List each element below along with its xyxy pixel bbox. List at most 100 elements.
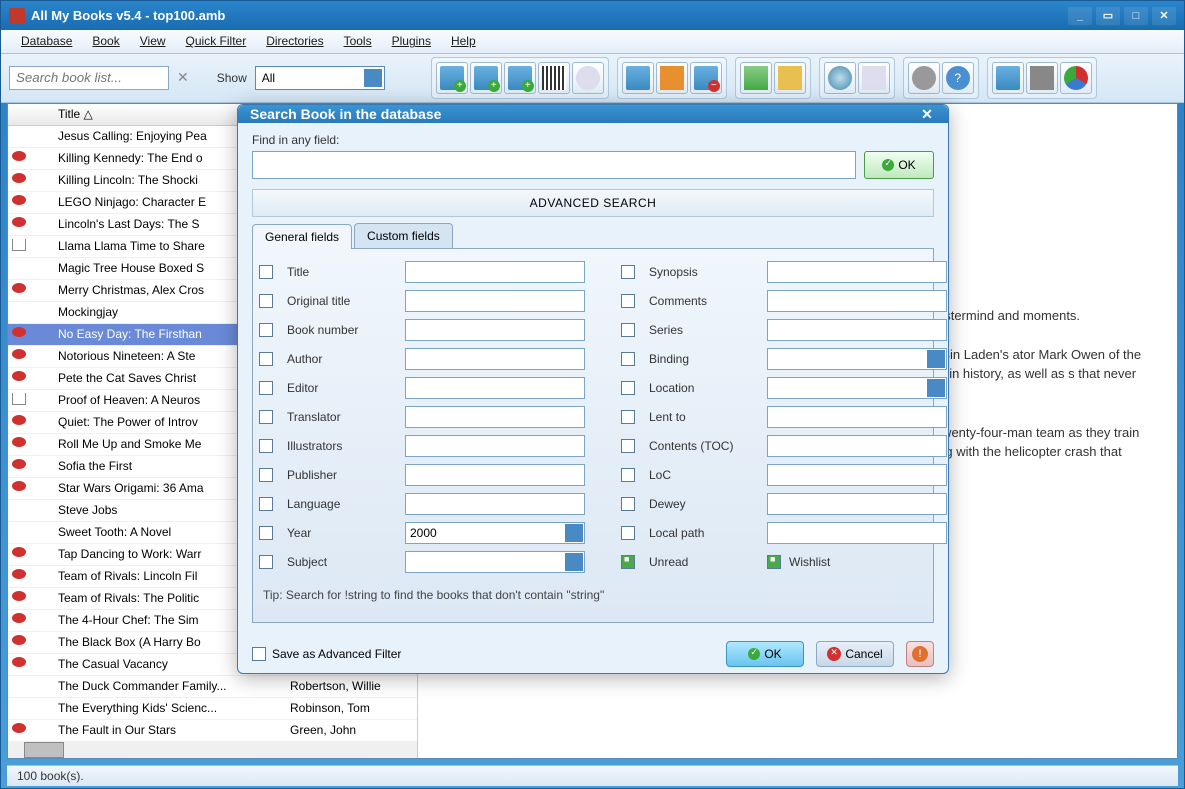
- blank-icon: [12, 503, 30, 517]
- field-label: Year: [287, 526, 397, 540]
- stats-button[interactable]: [1060, 62, 1092, 94]
- search-db-button[interactable]: [572, 62, 604, 94]
- maximize-button[interactable]: □: [1124, 7, 1148, 25]
- field-checkbox[interactable]: [621, 381, 635, 395]
- find-ok-button[interactable]: OK: [864, 151, 934, 179]
- field-label: Illustrators: [287, 439, 397, 453]
- dialog-ok-button[interactable]: OK: [726, 641, 804, 667]
- menu-view[interactable]: View: [130, 31, 176, 51]
- sort-button[interactable]: [740, 62, 772, 94]
- add-ebook-button[interactable]: [470, 62, 502, 94]
- field-input[interactable]: [405, 493, 585, 515]
- field-input[interactable]: [767, 290, 947, 312]
- field-select[interactable]: [767, 377, 947, 399]
- horizontal-scrollbar[interactable]: [8, 742, 417, 758]
- close-button[interactable]: ✕: [1152, 7, 1176, 25]
- add-manual-button[interactable]: [504, 62, 536, 94]
- clear-search-icon[interactable]: ✕: [177, 69, 189, 86]
- menu-database[interactable]: Database: [11, 31, 82, 51]
- field-checkbox[interactable]: [259, 526, 273, 540]
- field-input[interactable]: [405, 435, 585, 457]
- field-checkbox[interactable]: [259, 294, 273, 308]
- field-checkbox[interactable]: [259, 381, 273, 395]
- help-button[interactable]: ?: [942, 62, 974, 94]
- field-input[interactable]: [405, 464, 585, 486]
- unread-icon: [12, 217, 30, 231]
- dialog-close-button[interactable]: ✕: [918, 105, 936, 123]
- save-filter-checkbox[interactable]: [252, 647, 266, 661]
- field-checkbox[interactable]: [767, 555, 781, 569]
- field-checkbox[interactable]: [621, 410, 635, 424]
- menu-directories[interactable]: Directories: [256, 31, 333, 51]
- list-item[interactable]: The Everything Kids' Scienc...Robinson, …: [8, 698, 417, 720]
- add-barcode-button[interactable]: [538, 62, 570, 94]
- field-input[interactable]: [405, 406, 585, 428]
- field-checkbox[interactable]: [259, 439, 273, 453]
- field-checkbox[interactable]: [259, 352, 273, 366]
- show-select[interactable]: All: [255, 66, 385, 90]
- field-checkbox[interactable]: [621, 323, 635, 337]
- field-checkbox[interactable]: [621, 352, 635, 366]
- find-input[interactable]: [252, 151, 856, 179]
- field-checkbox[interactable]: [621, 526, 635, 540]
- dialog-warn-button[interactable]: !: [906, 641, 934, 667]
- blank-icon: [34, 173, 52, 187]
- copy-book-button[interactable]: [656, 62, 688, 94]
- tab-general-fields[interactable]: General fields: [252, 224, 352, 249]
- dialog-cancel-button[interactable]: Cancel: [816, 641, 894, 667]
- menu-quick-filter[interactable]: Quick Filter: [176, 31, 257, 51]
- search-input[interactable]: [9, 66, 169, 90]
- field-checkbox[interactable]: [621, 294, 635, 308]
- delete-book-button[interactable]: −: [690, 62, 722, 94]
- field-input[interactable]: [405, 319, 585, 341]
- field-checkbox[interactable]: [621, 265, 635, 279]
- field-input[interactable]: [405, 348, 585, 370]
- field-checkbox[interactable]: [259, 468, 273, 482]
- field-input[interactable]: [767, 261, 947, 283]
- field-select[interactable]: [405, 551, 585, 573]
- menu-help[interactable]: Help: [441, 31, 486, 51]
- blank-icon: [34, 591, 52, 605]
- settings-button[interactable]: [908, 62, 940, 94]
- add-book-button[interactable]: [436, 62, 468, 94]
- field-input[interactable]: [405, 377, 585, 399]
- field-input[interactable]: [767, 435, 947, 457]
- edit-book-button[interactable]: [622, 62, 654, 94]
- field-input[interactable]: [405, 261, 585, 283]
- field-checkbox[interactable]: [259, 323, 273, 337]
- menu-book[interactable]: Book: [82, 31, 129, 51]
- preview-button[interactable]: [858, 62, 890, 94]
- field-checkbox[interactable]: [259, 265, 273, 279]
- field-label: Author: [287, 352, 397, 366]
- field-checkbox[interactable]: [621, 439, 635, 453]
- restore-button[interactable]: ▭: [1096, 7, 1120, 25]
- minimize-button[interactable]: _: [1068, 7, 1092, 25]
- field-input[interactable]: [767, 464, 947, 486]
- unread-icon: [12, 591, 30, 605]
- find-button[interactable]: [824, 62, 856, 94]
- print-button[interactable]: [1026, 62, 1058, 94]
- field-select[interactable]: 2000: [405, 522, 585, 544]
- field-checkbox[interactable]: [259, 497, 273, 511]
- list-item[interactable]: The Fault in Our StarsGreen, John: [8, 720, 417, 742]
- field-checkbox[interactable]: [621, 555, 635, 569]
- field-checkbox[interactable]: [259, 410, 273, 424]
- field-input[interactable]: [767, 493, 947, 515]
- field-input[interactable]: [767, 406, 947, 428]
- row-title: The Everything Kids' Scienc...: [58, 701, 282, 715]
- tab-custom-fields[interactable]: Custom fields: [354, 223, 453, 248]
- group-button[interactable]: [774, 62, 806, 94]
- blank-icon: [34, 393, 52, 407]
- field-checkbox[interactable]: [621, 497, 635, 511]
- field-input[interactable]: [767, 319, 947, 341]
- field-input[interactable]: [405, 290, 585, 312]
- field-checkbox[interactable]: [621, 468, 635, 482]
- cart-icon: [12, 239, 30, 253]
- field-select[interactable]: [767, 348, 947, 370]
- blank-icon: [34, 305, 52, 319]
- export-button[interactable]: [992, 62, 1024, 94]
- menu-tools[interactable]: Tools: [334, 31, 382, 51]
- field-input[interactable]: [767, 522, 947, 544]
- field-checkbox[interactable]: [259, 555, 273, 569]
- menu-plugins[interactable]: Plugins: [382, 31, 441, 51]
